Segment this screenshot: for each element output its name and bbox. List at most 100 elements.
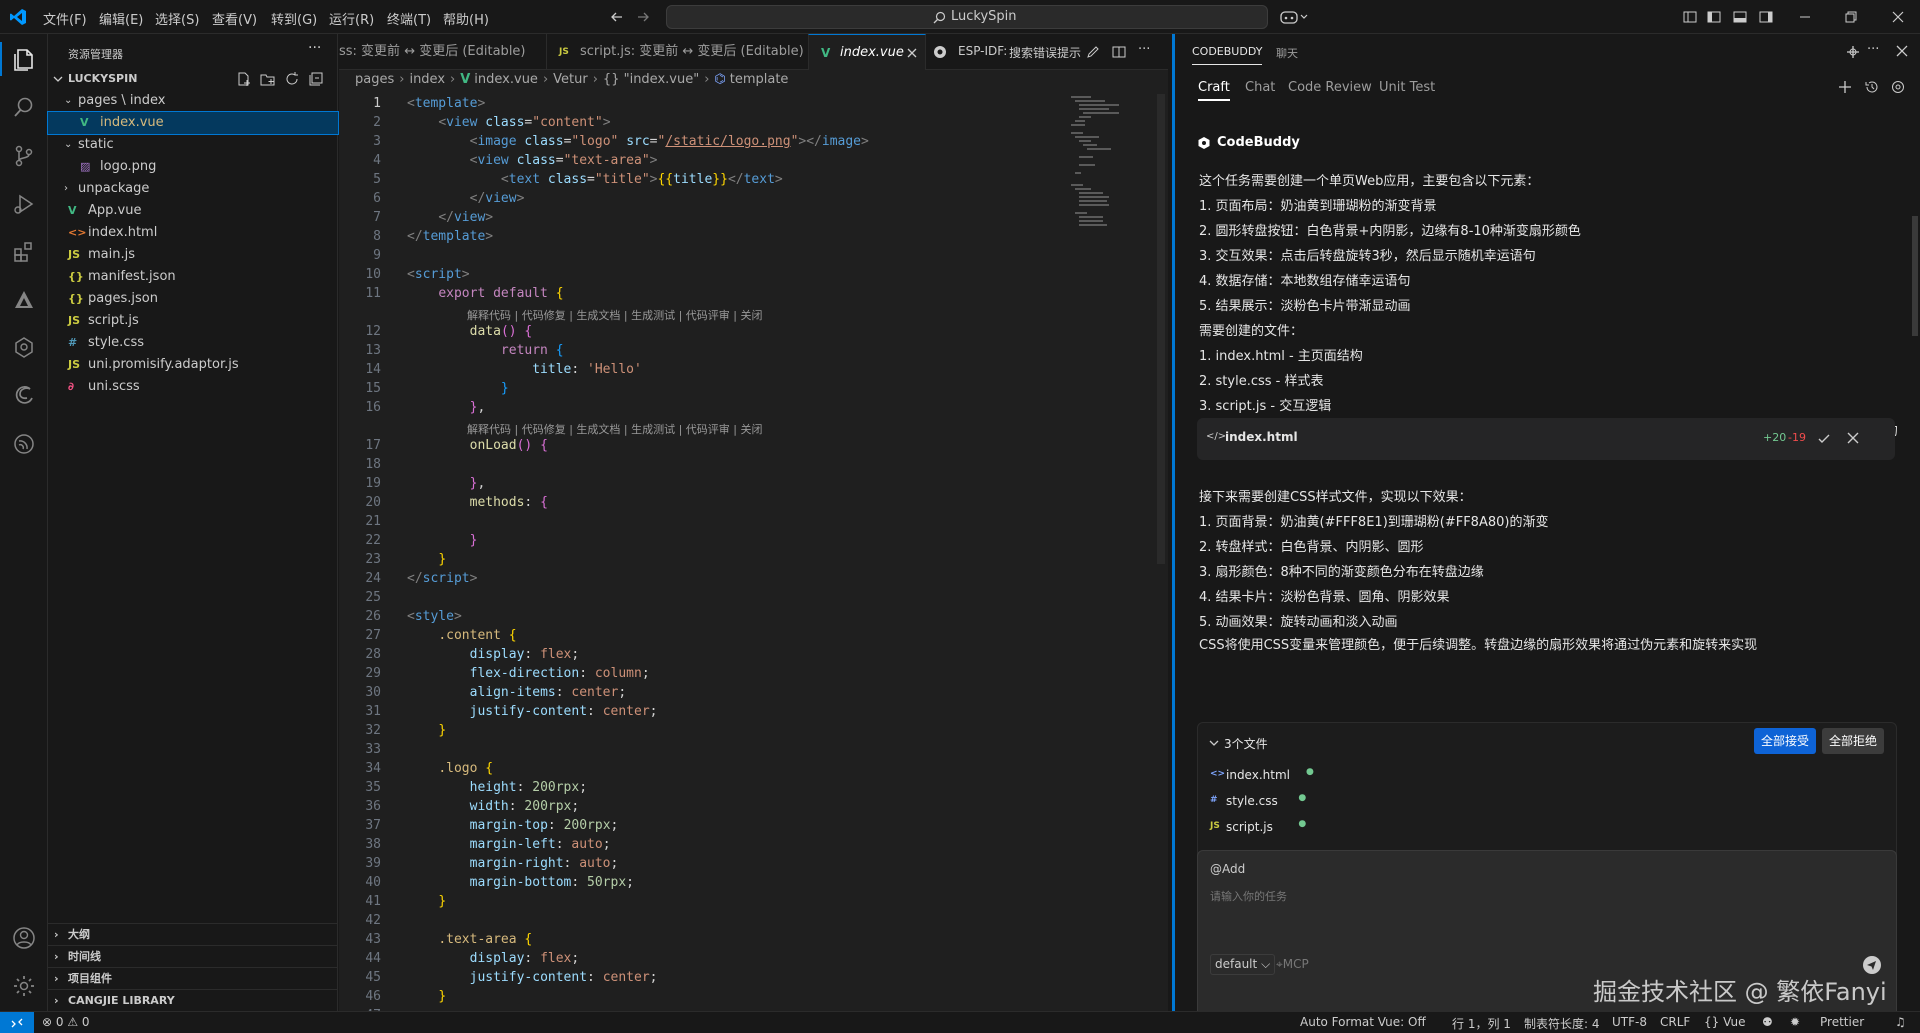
tree-item[interactable]: V App.vue [48, 200, 338, 222]
menu-item[interactable]: 选择(S) [155, 9, 199, 28]
codebuddy-status-icon[interactable]: ⚉ [1762, 1015, 1773, 1029]
problems-count[interactable]: ⊗ 0 ⚠ 0 [42, 1015, 90, 1029]
subtab-craft[interactable]: Craft [1198, 80, 1230, 101]
tree-item[interactable]: ⌄ pages \ index [48, 90, 338, 112]
tree-item[interactable]: {} pages.json [48, 288, 338, 310]
subtab-chat[interactable]: Chat [1245, 80, 1275, 95]
breadcrumb-item[interactable]: index.vue [474, 72, 538, 87]
menu-item[interactable]: 查看(V) [212, 9, 257, 28]
menu-item[interactable]: 运行(R) [329, 9, 374, 28]
account-icon[interactable] [11, 925, 37, 951]
close-panel-icon[interactable] [1896, 45, 1908, 57]
history-icon[interactable] [1865, 80, 1879, 94]
move-panel-icon[interactable] [1846, 45, 1860, 59]
sidebar-section[interactable]: › 大纲 [48, 923, 338, 945]
copilot-icon[interactable] [1280, 9, 1308, 25]
tree-item[interactable]: ⌄ static [48, 134, 338, 156]
menu-item[interactable]: 编辑(E) [99, 9, 143, 28]
tree-item[interactable]: ▨ logo.png [48, 156, 338, 178]
explorer-root-header[interactable]: LUCKYSPIN [48, 68, 338, 90]
split-editor-icon[interactable] [1112, 45, 1126, 59]
restore-icon[interactable] [1844, 10, 1858, 24]
minimize-icon[interactable] [1798, 10, 1812, 24]
refresh-icon[interactable] [284, 71, 300, 87]
remote-indicator[interactable] [0, 1012, 34, 1033]
toggle-secondary-sidebar-icon[interactable] [1759, 10, 1773, 24]
files-count[interactable]: 3个文件 [1224, 735, 1268, 752]
tree-item[interactable]: Vindex.vue [47, 111, 339, 135]
back-arrow-icon[interactable] [610, 10, 624, 24]
tab-codebuddy[interactable]: CODEBUDDY [1192, 45, 1263, 65]
menu-item[interactable]: 转到(G) [271, 9, 317, 28]
minimap[interactable] [1069, 94, 1149, 234]
new-folder-icon[interactable] [260, 71, 276, 87]
error-hint-button[interactable]: 搜索错误提示 [1009, 44, 1081, 61]
tab-style-diff[interactable]: ss: 变更前 ↔ 变更后 (Editable) [339, 34, 539, 70]
status-item[interactable]: 制表符长度: 4 [1524, 1015, 1600, 1032]
extensions-icon[interactable] [11, 239, 37, 265]
file-change-card[interactable]: </> index.html +20 -19 [1197, 418, 1895, 460]
sidebar-section[interactable]: › 时间线 [48, 945, 338, 967]
breadcrumb-item[interactable]: {} "index.vue" [603, 72, 699, 87]
tree-item[interactable]: JS main.js [48, 244, 338, 266]
codebuddy-icon[interactable] [11, 335, 37, 361]
toggle-sidebar-icon[interactable] [1707, 10, 1721, 24]
esp-status-icon[interactable]: ✹ [1790, 1015, 1800, 1029]
tree-item[interactable]: JS uni.promisify.adaptor.js [48, 354, 338, 376]
forward-arrow-icon[interactable] [636, 10, 650, 24]
close-window-icon[interactable] [1891, 10, 1905, 24]
notifications-bell-icon[interactable]: ♫ [1895, 1015, 1906, 1029]
more-actions-icon[interactable]: ··· [308, 40, 321, 56]
chevron-down-icon[interactable] [1208, 737, 1220, 749]
task-input-placeholder[interactable]: 请输入你的任务 [1210, 888, 1287, 904]
sidebar-section[interactable]: › 项目组件 [48, 967, 338, 989]
new-chat-icon[interactable] [1838, 80, 1852, 94]
run-debug-icon[interactable] [11, 191, 37, 217]
menu-item[interactable]: 文件(F) [43, 9, 87, 28]
reject-close-icon[interactable] [1847, 432, 1859, 444]
breadcrumb-item[interactable]: template [730, 72, 789, 87]
status-item[interactable]: UTF-8 [1612, 1015, 1647, 1029]
mcp-button[interactable]: ⌖MCP [1276, 957, 1309, 972]
codelens-actions[interactable]: 解释代码 | 代码修复 | 生成文档 | 生成测试 | 代码评审 | 关闭 [467, 307, 763, 323]
tree-item[interactable]: # style.css [48, 332, 338, 354]
codelens-actions[interactable]: 解释代码 | 代码修复 | 生成文档 | 生成测试 | 代码评审 | 关闭 [467, 421, 763, 437]
breadcrumb-item[interactable]: index [409, 72, 445, 87]
edge-devtools-icon[interactable] [11, 383, 37, 409]
pencil-icon[interactable] [1086, 45, 1100, 59]
tree-item[interactable]: ∂ uni.scss [48, 376, 338, 398]
code-area[interactable]: 1 <template> 2 <view class="content"> 3 <im… [339, 94, 1149, 1011]
accept-check-icon[interactable] [1817, 432, 1831, 446]
toggle-panel-icon[interactable] [1733, 10, 1747, 24]
cangjie-icon[interactable] [11, 287, 37, 313]
more-actions-icon[interactable]: ··· [1867, 42, 1879, 57]
status-item[interactable]: 行 1，列 1 [1452, 1015, 1511, 1032]
esp-idf-icon[interactable] [11, 431, 37, 457]
collapse-all-icon[interactable] [308, 71, 324, 87]
tab-index-vue[interactable]: V index.vue [808, 34, 926, 70]
new-file-icon[interactable] [236, 71, 252, 87]
menu-item[interactable]: 帮助(H) [443, 9, 489, 28]
chat-scrollbar[interactable] [1912, 216, 1918, 336]
settings-gear-icon[interactable] [11, 973, 37, 999]
status-item[interactable]: {} Vue [1704, 1015, 1745, 1029]
subtab-unit-test[interactable]: Unit Test [1379, 80, 1435, 95]
tab-chat-header[interactable]: 聊天 [1276, 45, 1298, 61]
status-item[interactable]: CRLF [1660, 1015, 1690, 1029]
settings-icon[interactable] [1891, 80, 1905, 94]
source-control-icon[interactable] [11, 143, 37, 169]
explorer-icon[interactable] [11, 47, 37, 73]
subtab-code-review[interactable]: Code Review [1288, 80, 1372, 95]
esp-idf-settings-icon[interactable] [933, 45, 947, 59]
status-item[interactable]: Prettier [1820, 1015, 1864, 1029]
search-view-icon[interactable] [11, 95, 37, 121]
tree-item[interactable]: {} manifest.json [48, 266, 338, 288]
editor-scrollbar[interactable] [1157, 94, 1165, 564]
esp-idf-label[interactable]: ESP-IDF: [958, 44, 1007, 58]
close-tab-icon[interactable] [906, 47, 918, 59]
layout-customize-icon[interactable] [1683, 10, 1697, 24]
accept-all-button[interactable]: 全部接受 [1754, 728, 1816, 754]
add-context-button[interactable]: @Add [1210, 862, 1245, 876]
menu-item[interactable]: 终端(T) [387, 9, 431, 28]
status-item[interactable]: Auto Format Vue: Off [1300, 1015, 1426, 1029]
